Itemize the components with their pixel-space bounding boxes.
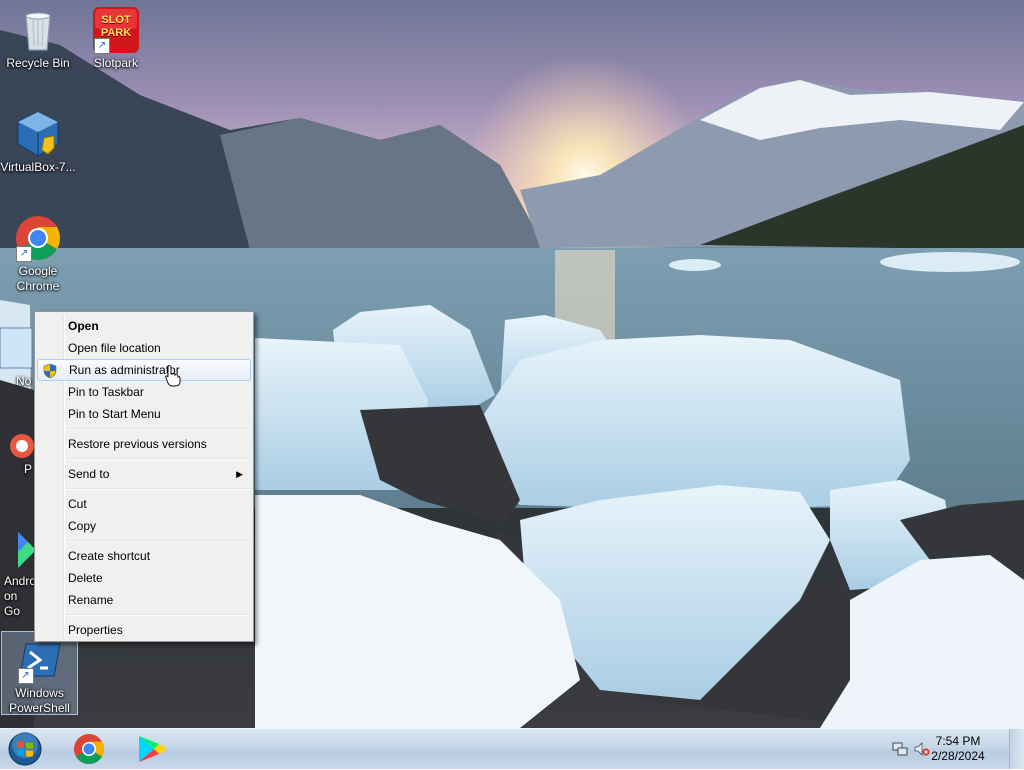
menu-item-label: Cut xyxy=(68,497,87,511)
tray-network-button[interactable] xyxy=(892,741,908,757)
menu-item-label: Properties xyxy=(68,623,123,637)
menu-separator xyxy=(67,428,249,430)
shortcut-arrow-icon: ↗ xyxy=(94,38,110,54)
desktop-icon-app[interactable]: P xyxy=(0,432,34,477)
menu-item-label: Delete xyxy=(68,571,103,585)
menu-item-pin-to-start-menu[interactable]: Pin to Start Menu xyxy=(37,403,251,425)
menu-item-create-shortcut[interactable]: Create shortcut xyxy=(37,545,251,567)
mouse-cursor-icon xyxy=(165,365,181,387)
desktop-icon-android[interactable]: Andro on Go xyxy=(0,528,34,619)
menu-item-delete[interactable]: Delete xyxy=(37,567,251,589)
desktop-icon-recycle-bin[interactable]: Recycle Bin xyxy=(0,6,76,71)
desktop-icon-label: Andro on Go xyxy=(4,574,34,618)
menu-item-label: Restore previous versions xyxy=(68,437,207,451)
menu-item-label: Pin to Start Menu xyxy=(68,407,161,421)
virtualbox-icon xyxy=(17,111,59,157)
windows-start-orb-icon xyxy=(8,732,42,766)
desktop-icon-label: Google Chrome xyxy=(16,264,60,293)
desktop-icon-windows-powershell[interactable]: ↗ Windows PowerShell xyxy=(1,631,78,715)
menu-item-open[interactable]: Open xyxy=(37,315,251,337)
menu-separator xyxy=(67,540,249,542)
desktop-icon-label: Slotpark xyxy=(93,56,139,70)
slotpark-badge-text: SLOT PARK xyxy=(100,14,132,39)
context-menu: Open Open file location Run as administr… xyxy=(34,311,254,642)
menu-separator xyxy=(67,488,249,490)
notepad-icon xyxy=(0,327,33,369)
desktop-icon-label: No xyxy=(16,374,32,388)
menu-item-cut[interactable]: Cut xyxy=(37,493,251,515)
uac-shield-icon xyxy=(43,363,57,379)
menu-item-copy[interactable]: Copy xyxy=(37,515,251,537)
menu-item-label: Rename xyxy=(68,593,114,607)
menu-item-pin-to-taskbar[interactable]: Pin to Taskbar xyxy=(37,381,251,403)
taskbar-chrome-button[interactable] xyxy=(64,732,114,766)
google-play-icon xyxy=(139,736,166,762)
recycle-bin-icon xyxy=(25,12,51,51)
app-icon xyxy=(10,434,34,458)
menu-item-label: Pin to Taskbar xyxy=(68,385,144,399)
network-icon xyxy=(892,742,908,756)
taskbar-google-play-button[interactable] xyxy=(126,732,176,766)
menu-item-restore-previous-versions[interactable]: Restore previous versions xyxy=(37,433,251,455)
desktop-icon-notepad[interactable]: No xyxy=(0,324,34,389)
chrome-icon xyxy=(74,734,105,765)
menu-item-send-to[interactable]: Send to ▶ xyxy=(37,463,251,485)
android-icon xyxy=(18,532,34,568)
desktop-icon-label: P xyxy=(24,462,33,476)
menu-item-label: Run as administrator xyxy=(69,363,180,377)
start-button[interactable] xyxy=(6,731,44,767)
desktop-icon-slotpark[interactable]: SLOT PARK ↗ Slotpark xyxy=(78,6,154,71)
desktop-icon-label: Windows PowerShell xyxy=(9,686,70,715)
clock-date: 2/28/2024 xyxy=(931,749,985,763)
menu-separator xyxy=(67,458,249,460)
shortcut-arrow-icon: ↗ xyxy=(17,668,34,684)
taskbar: 7:54 PM 2/28/2024 xyxy=(0,728,1024,769)
desktop-icon-label: Recycle Bin xyxy=(6,56,70,70)
desktop-icon-google-chrome[interactable]: ↗ Google Chrome xyxy=(0,214,76,294)
desktop-icon-virtualbox[interactable]: VirtualBox-7... xyxy=(0,110,76,175)
show-desktop-button[interactable] xyxy=(1009,729,1024,769)
menu-item-label: Open file location xyxy=(68,341,161,355)
taskbar-clock[interactable]: 7:54 PM 2/28/2024 xyxy=(916,734,1000,764)
menu-item-label: Copy xyxy=(68,519,97,533)
menu-separator xyxy=(67,614,249,616)
menu-item-run-as-administrator[interactable]: Run as administrator xyxy=(37,359,251,381)
menu-item-open-file-location[interactable]: Open file location xyxy=(37,337,251,359)
menu-item-label: Send to xyxy=(68,467,110,481)
submenu-arrow-icon: ▶ xyxy=(236,469,243,479)
clock-time: 7:54 PM xyxy=(935,734,981,748)
menu-item-label: Create shortcut xyxy=(68,549,151,563)
menu-item-rename[interactable]: Rename xyxy=(37,589,251,611)
desktop-icon-label: VirtualBox-7... xyxy=(0,160,76,174)
shortcut-arrow-icon: ↗ xyxy=(16,246,32,262)
menu-item-properties[interactable]: Properties xyxy=(37,619,251,641)
menu-item-label: Open xyxy=(68,319,99,333)
